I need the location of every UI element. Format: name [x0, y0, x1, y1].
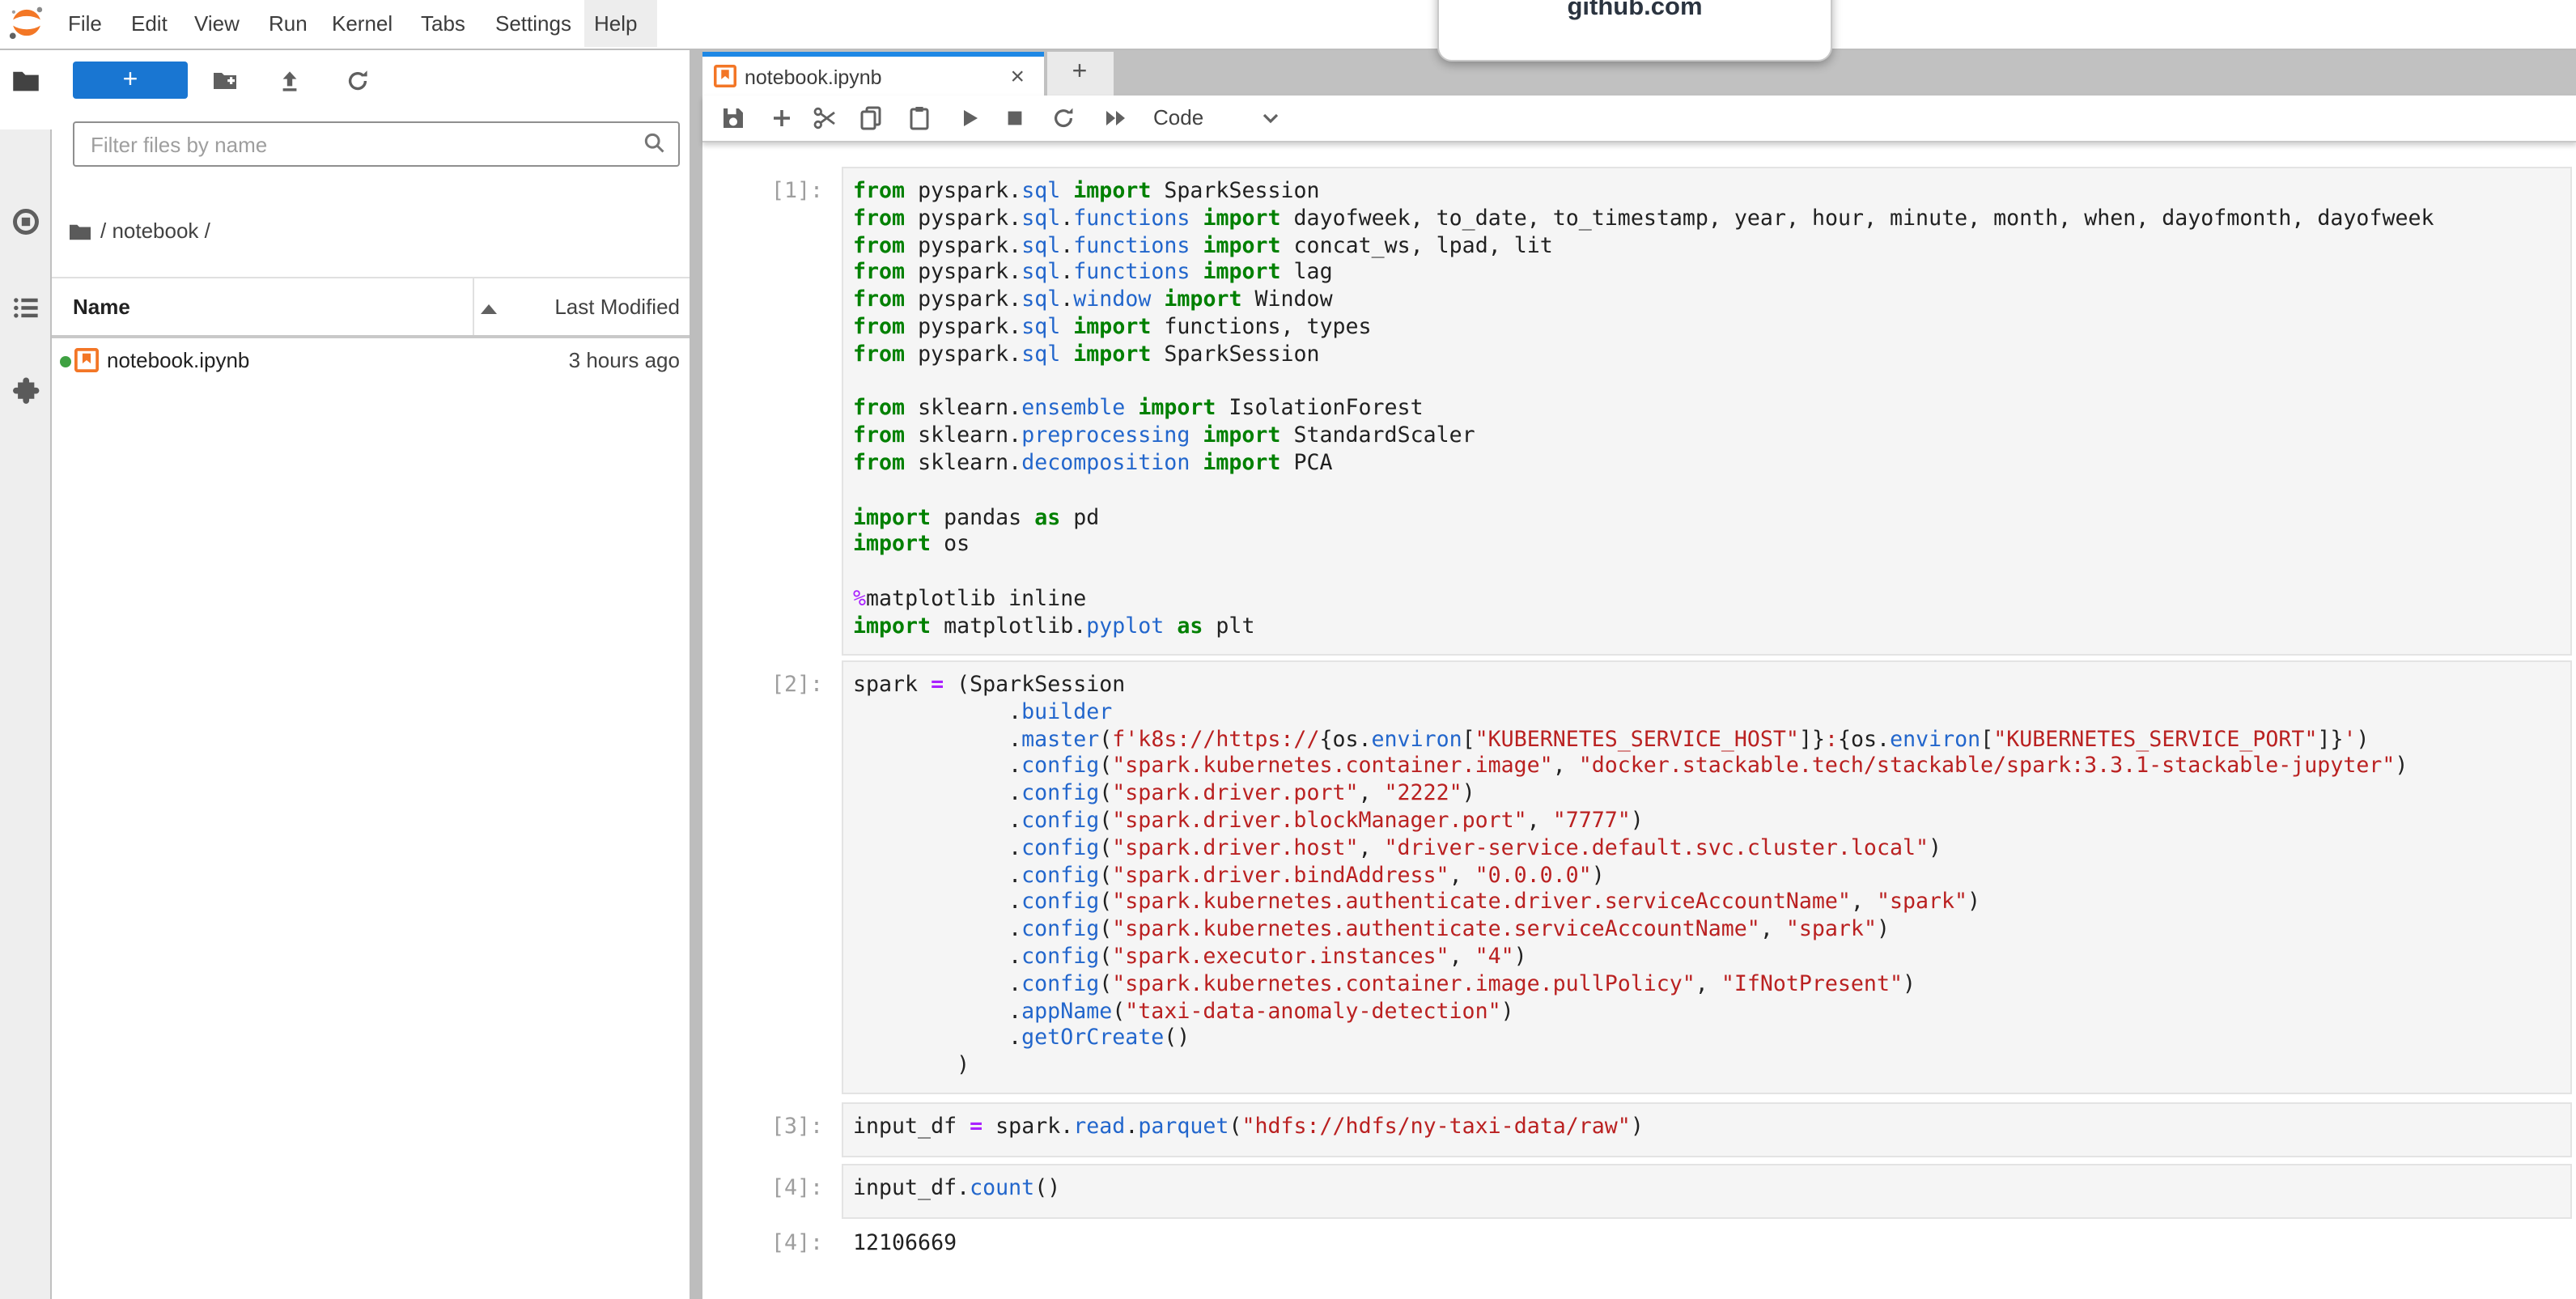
cell-editor[interactable]: input_df.count() [853, 1177, 2566, 1204]
file-name: notebook.ipynb [107, 342, 249, 380]
home-folder-icon [68, 222, 92, 243]
extensions-icon[interactable] [11, 377, 40, 406]
notebook-tab-icon [714, 65, 736, 96]
column-header-modified[interactable]: Last Modified [554, 277, 680, 338]
notebook-toolbar: Code [702, 96, 2576, 142]
cell-output-prompt: [4]: [702, 1232, 823, 1259]
column-header-name[interactable]: Name [73, 277, 130, 338]
restart-kernel-icon[interactable] [1050, 105, 1076, 131]
run-icon[interactable] [956, 105, 982, 131]
filter-files-input[interactable] [87, 125, 628, 163]
file-list-header: Name Last Modified [52, 277, 690, 338]
github-login-popup[interactable]: github.com [1437, 0, 1832, 62]
table-of-contents-icon[interactable] [11, 293, 40, 322]
panel-resize-handle[interactable] [690, 49, 702, 1299]
paste-icon[interactable] [906, 105, 932, 131]
notebook-cells: [1]: from pyspark.sql import SparkSession… [702, 142, 2576, 1299]
popup-text: github.com [1439, 0, 1831, 23]
breadcrumb-path: / notebook / [100, 219, 210, 243]
header-border [52, 335, 690, 338]
restart-run-all-icon[interactable] [1101, 105, 1127, 131]
cell-editor[interactable]: spark = (SparkSession .builder .master(f… [853, 673, 2566, 1081]
refresh-icon[interactable] [345, 68, 371, 94]
cell-input-prompt: [3]: [702, 1115, 823, 1143]
cell-editor[interactable]: input_df = spark.read.parquet("hdfs://hd… [853, 1115, 2566, 1143]
file-modified: 3 hours ago [569, 342, 680, 380]
menu-item-view[interactable]: View [185, 0, 249, 47]
stop-icon[interactable] [1001, 105, 1027, 131]
cell-type-select[interactable]: Code [1153, 96, 1203, 141]
menu-item-kernel[interactable]: Kernel [322, 0, 402, 47]
cell-editor[interactable]: from pyspark.sql import SparkSessionfrom… [853, 180, 2566, 642]
new-folder-icon[interactable] [212, 68, 238, 94]
column-divider [473, 277, 474, 338]
breadcrumb[interactable]: / notebook / [68, 219, 210, 251]
file-browser-panel: + / notebook / Name Last Modified [52, 49, 690, 1299]
tab-notebook[interactable]: notebook.ipynb × [702, 52, 1044, 96]
file-row[interactable]: notebook.ipynb 3 hours ago [52, 342, 690, 380]
running-status-dot [60, 356, 71, 367]
menu-item-help[interactable]: Help [584, 0, 657, 47]
cell-input-prompt: [1]: [702, 180, 823, 207]
menu-item-tabs[interactable]: Tabs [411, 0, 475, 47]
file-browser-icon[interactable] [11, 66, 40, 96]
new-launcher-button[interactable]: + [73, 62, 188, 99]
menu-bar: Help File Edit View Run Kernel Tabs Sett… [0, 0, 2576, 50]
menu-item-run[interactable]: Run [259, 0, 317, 47]
tab-close-icon[interactable]: × [1010, 60, 1025, 94]
filter-files-box [73, 121, 680, 167]
chevron-down-icon[interactable] [1257, 105, 1283, 131]
new-tab-button[interactable]: + [1046, 52, 1113, 96]
insert-cell-icon[interactable] [768, 105, 794, 131]
jupyter-logo-icon [8, 5, 45, 42]
menu-item-settings[interactable]: Settings [486, 0, 581, 47]
search-icon [643, 131, 667, 155]
cell-input-prompt: [4]: [702, 1177, 823, 1204]
menu-item-file[interactable]: File [58, 0, 112, 47]
notebook-file-icon [74, 348, 99, 377]
tab-title: notebook.ipynb [745, 62, 882, 96]
copy-icon[interactable] [857, 105, 883, 131]
save-icon[interactable] [719, 105, 745, 131]
menu-item-edit[interactable]: Edit [121, 0, 177, 47]
cell-output: 12106669 [853, 1232, 2566, 1259]
sort-ascending-icon[interactable] [481, 304, 497, 314]
jupyterlab-window: Help File Edit View Run Kernel Tabs Sett… [0, 0, 2576, 1299]
cut-icon[interactable] [812, 105, 838, 131]
upload-icon[interactable] [277, 68, 303, 94]
cell-input-prompt: [2]: [702, 673, 823, 701]
left-sidebar [0, 49, 52, 1299]
running-kernels-icon[interactable] [11, 207, 40, 236]
